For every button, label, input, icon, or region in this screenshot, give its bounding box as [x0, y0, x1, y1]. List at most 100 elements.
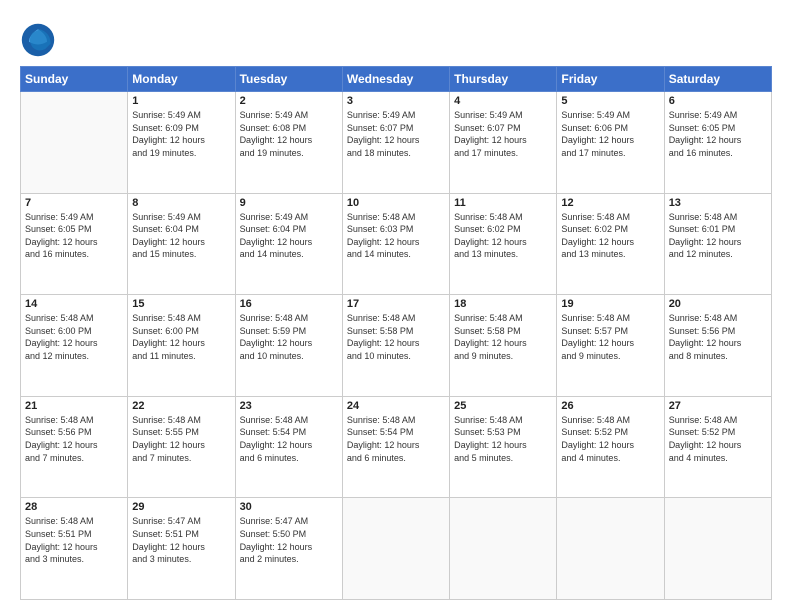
calendar-week: 1 Sunrise: 5:49 AM Sunset: 6:09 PM Daylig… — [21, 92, 772, 194]
calendar-cell: 20 Sunrise: 5:48 AM Sunset: 5:56 PM Dayli… — [664, 295, 771, 397]
cell-content: Sunrise: 5:47 AM Sunset: 5:51 PM Dayligh… — [132, 515, 230, 565]
calendar-cell: 10 Sunrise: 5:48 AM Sunset: 6:03 PM Dayli… — [342, 193, 449, 295]
header-day: Saturday — [664, 67, 771, 92]
cell-content: Sunrise: 5:49 AM Sunset: 6:06 PM Dayligh… — [561, 109, 659, 159]
calendar-cell: 2 Sunrise: 5:49 AM Sunset: 6:08 PM Daylig… — [235, 92, 342, 194]
calendar-cell — [557, 498, 664, 600]
cell-content: Sunrise: 5:48 AM Sunset: 5:53 PM Dayligh… — [454, 414, 552, 464]
day-number: 24 — [347, 400, 445, 412]
day-number: 21 — [25, 400, 123, 412]
calendar-table: SundayMondayTuesdayWednesdayThursdayFrid… — [20, 66, 772, 600]
cell-content: Sunrise: 5:48 AM Sunset: 6:00 PM Dayligh… — [25, 312, 123, 362]
cell-content: Sunrise: 5:49 AM Sunset: 6:04 PM Dayligh… — [132, 211, 230, 261]
day-number: 28 — [25, 501, 123, 513]
header-day: Monday — [128, 67, 235, 92]
calendar-cell: 8 Sunrise: 5:49 AM Sunset: 6:04 PM Daylig… — [128, 193, 235, 295]
cell-content: Sunrise: 5:48 AM Sunset: 6:03 PM Dayligh… — [347, 211, 445, 261]
cell-content: Sunrise: 5:48 AM Sunset: 6:02 PM Dayligh… — [561, 211, 659, 261]
calendar-week: 14Sunrise: 5:48 AM Sunset: 6:00 PM Dayli… — [21, 295, 772, 397]
day-number: 8 — [132, 197, 230, 209]
day-number: 12 — [561, 197, 659, 209]
cell-content: Sunrise: 5:48 AM Sunset: 5:55 PM Dayligh… — [132, 414, 230, 464]
header-row: SundayMondayTuesdayWednesdayThursdayFrid… — [21, 67, 772, 92]
cell-content: Sunrise: 5:49 AM Sunset: 6:07 PM Dayligh… — [454, 109, 552, 159]
day-number: 17 — [347, 298, 445, 310]
day-number: 23 — [240, 400, 338, 412]
cell-content: Sunrise: 5:48 AM Sunset: 5:52 PM Dayligh… — [669, 414, 767, 464]
calendar-cell: 22 Sunrise: 5:48 AM Sunset: 5:55 PM Dayli… — [128, 396, 235, 498]
calendar-week: 28Sunrise: 5:48 AM Sunset: 5:51 PM Dayli… — [21, 498, 772, 600]
calendar-cell: 16 Sunrise: 5:48 AM Sunset: 5:59 PM Dayli… — [235, 295, 342, 397]
cell-content: Sunrise: 5:48 AM Sunset: 5:56 PM Dayligh… — [25, 414, 123, 464]
calendar-cell: 6Sunrise: 5:49 AM Sunset: 6:05 PM Daylig… — [664, 92, 771, 194]
cell-content: Sunrise: 5:48 AM Sunset: 5:58 PM Dayligh… — [454, 312, 552, 362]
page: SundayMondayTuesdayWednesdayThursdayFrid… — [0, 0, 792, 612]
cell-content: Sunrise: 5:48 AM Sunset: 6:02 PM Dayligh… — [454, 211, 552, 261]
header — [20, 18, 772, 58]
cell-content: Sunrise: 5:48 AM Sunset: 5:58 PM Dayligh… — [347, 312, 445, 362]
day-number: 25 — [454, 400, 552, 412]
cell-content: Sunrise: 5:49 AM Sunset: 6:08 PM Dayligh… — [240, 109, 338, 159]
calendar-cell: 12 Sunrise: 5:48 AM Sunset: 6:02 PM Dayli… — [557, 193, 664, 295]
calendar-cell: 5 Sunrise: 5:49 AM Sunset: 6:06 PM Daylig… — [557, 92, 664, 194]
calendar-cell: 23 Sunrise: 5:48 AM Sunset: 5:54 PM Dayli… — [235, 396, 342, 498]
day-number: 10 — [347, 197, 445, 209]
calendar-cell: 3 Sunrise: 5:49 AM Sunset: 6:07 PM Daylig… — [342, 92, 449, 194]
day-number: 30 — [240, 501, 338, 513]
calendar-cell: 14Sunrise: 5:48 AM Sunset: 6:00 PM Dayli… — [21, 295, 128, 397]
calendar-cell: 28Sunrise: 5:48 AM Sunset: 5:51 PM Dayli… — [21, 498, 128, 600]
cell-content: Sunrise: 5:49 AM Sunset: 6:07 PM Dayligh… — [347, 109, 445, 159]
day-number: 22 — [132, 400, 230, 412]
day-number: 3 — [347, 95, 445, 107]
calendar-cell: 11Sunrise: 5:48 AM Sunset: 6:02 PM Dayli… — [450, 193, 557, 295]
calendar-cell: 29Sunrise: 5:47 AM Sunset: 5:51 PM Dayli… — [128, 498, 235, 600]
calendar-cell: 30 Sunrise: 5:47 AM Sunset: 5:50 PM Dayli… — [235, 498, 342, 600]
logo — [20, 22, 60, 58]
header-day: Wednesday — [342, 67, 449, 92]
cell-content: Sunrise: 5:47 AM Sunset: 5:50 PM Dayligh… — [240, 515, 338, 565]
cell-content: Sunrise: 5:48 AM Sunset: 5:56 PM Dayligh… — [669, 312, 767, 362]
day-number: 26 — [561, 400, 659, 412]
calendar-cell: 27 Sunrise: 5:48 AM Sunset: 5:52 PM Dayli… — [664, 396, 771, 498]
cell-content: Sunrise: 5:49 AM Sunset: 6:05 PM Dayligh… — [25, 211, 123, 261]
day-number: 5 — [561, 95, 659, 107]
calendar-week: 21 Sunrise: 5:48 AM Sunset: 5:56 PM Dayli… — [21, 396, 772, 498]
cell-content: Sunrise: 5:48 AM Sunset: 5:59 PM Dayligh… — [240, 312, 338, 362]
calendar-cell: 21 Sunrise: 5:48 AM Sunset: 5:56 PM Dayli… — [21, 396, 128, 498]
cell-content: Sunrise: 5:48 AM Sunset: 6:01 PM Dayligh… — [669, 211, 767, 261]
calendar-cell: 19 Sunrise: 5:48 AM Sunset: 5:57 PM Dayli… — [557, 295, 664, 397]
header-day: Sunday — [21, 67, 128, 92]
cell-content: Sunrise: 5:49 AM Sunset: 6:04 PM Dayligh… — [240, 211, 338, 261]
day-number: 16 — [240, 298, 338, 310]
calendar-cell: 25 Sunrise: 5:48 AM Sunset: 5:53 PM Dayli… — [450, 396, 557, 498]
calendar-cell: 13 Sunrise: 5:48 AM Sunset: 6:01 PM Dayli… — [664, 193, 771, 295]
cell-content: Sunrise: 5:49 AM Sunset: 6:05 PM Dayligh… — [669, 109, 767, 159]
calendar-cell: 9 Sunrise: 5:49 AM Sunset: 6:04 PM Daylig… — [235, 193, 342, 295]
header-day: Friday — [557, 67, 664, 92]
header-day: Thursday — [450, 67, 557, 92]
day-number: 1 — [132, 95, 230, 107]
calendar-week: 7Sunrise: 5:49 AM Sunset: 6:05 PM Daylig… — [21, 193, 772, 295]
day-number: 13 — [669, 197, 767, 209]
calendar-cell — [450, 498, 557, 600]
calendar-cell: 4 Sunrise: 5:49 AM Sunset: 6:07 PM Daylig… — [450, 92, 557, 194]
cell-content: Sunrise: 5:48 AM Sunset: 5:52 PM Dayligh… — [561, 414, 659, 464]
calendar-cell: 24Sunrise: 5:48 AM Sunset: 5:54 PM Dayli… — [342, 396, 449, 498]
header-day: Tuesday — [235, 67, 342, 92]
cell-content: Sunrise: 5:48 AM Sunset: 6:00 PM Dayligh… — [132, 312, 230, 362]
day-number: 2 — [240, 95, 338, 107]
day-number: 4 — [454, 95, 552, 107]
cell-content: Sunrise: 5:48 AM Sunset: 5:54 PM Dayligh… — [240, 414, 338, 464]
calendar-cell: 17 Sunrise: 5:48 AM Sunset: 5:58 PM Dayli… — [342, 295, 449, 397]
calendar-cell: 26 Sunrise: 5:48 AM Sunset: 5:52 PM Dayli… — [557, 396, 664, 498]
day-number: 15 — [132, 298, 230, 310]
day-number: 20 — [669, 298, 767, 310]
day-number: 19 — [561, 298, 659, 310]
day-number: 27 — [669, 400, 767, 412]
cell-content: Sunrise: 5:49 AM Sunset: 6:09 PM Dayligh… — [132, 109, 230, 159]
calendar-cell — [664, 498, 771, 600]
day-number: 9 — [240, 197, 338, 209]
calendar-cell: 1 Sunrise: 5:49 AM Sunset: 6:09 PM Daylig… — [128, 92, 235, 194]
cell-content: Sunrise: 5:48 AM Sunset: 5:57 PM Dayligh… — [561, 312, 659, 362]
calendar-cell: 15 Sunrise: 5:48 AM Sunset: 6:00 PM Dayli… — [128, 295, 235, 397]
